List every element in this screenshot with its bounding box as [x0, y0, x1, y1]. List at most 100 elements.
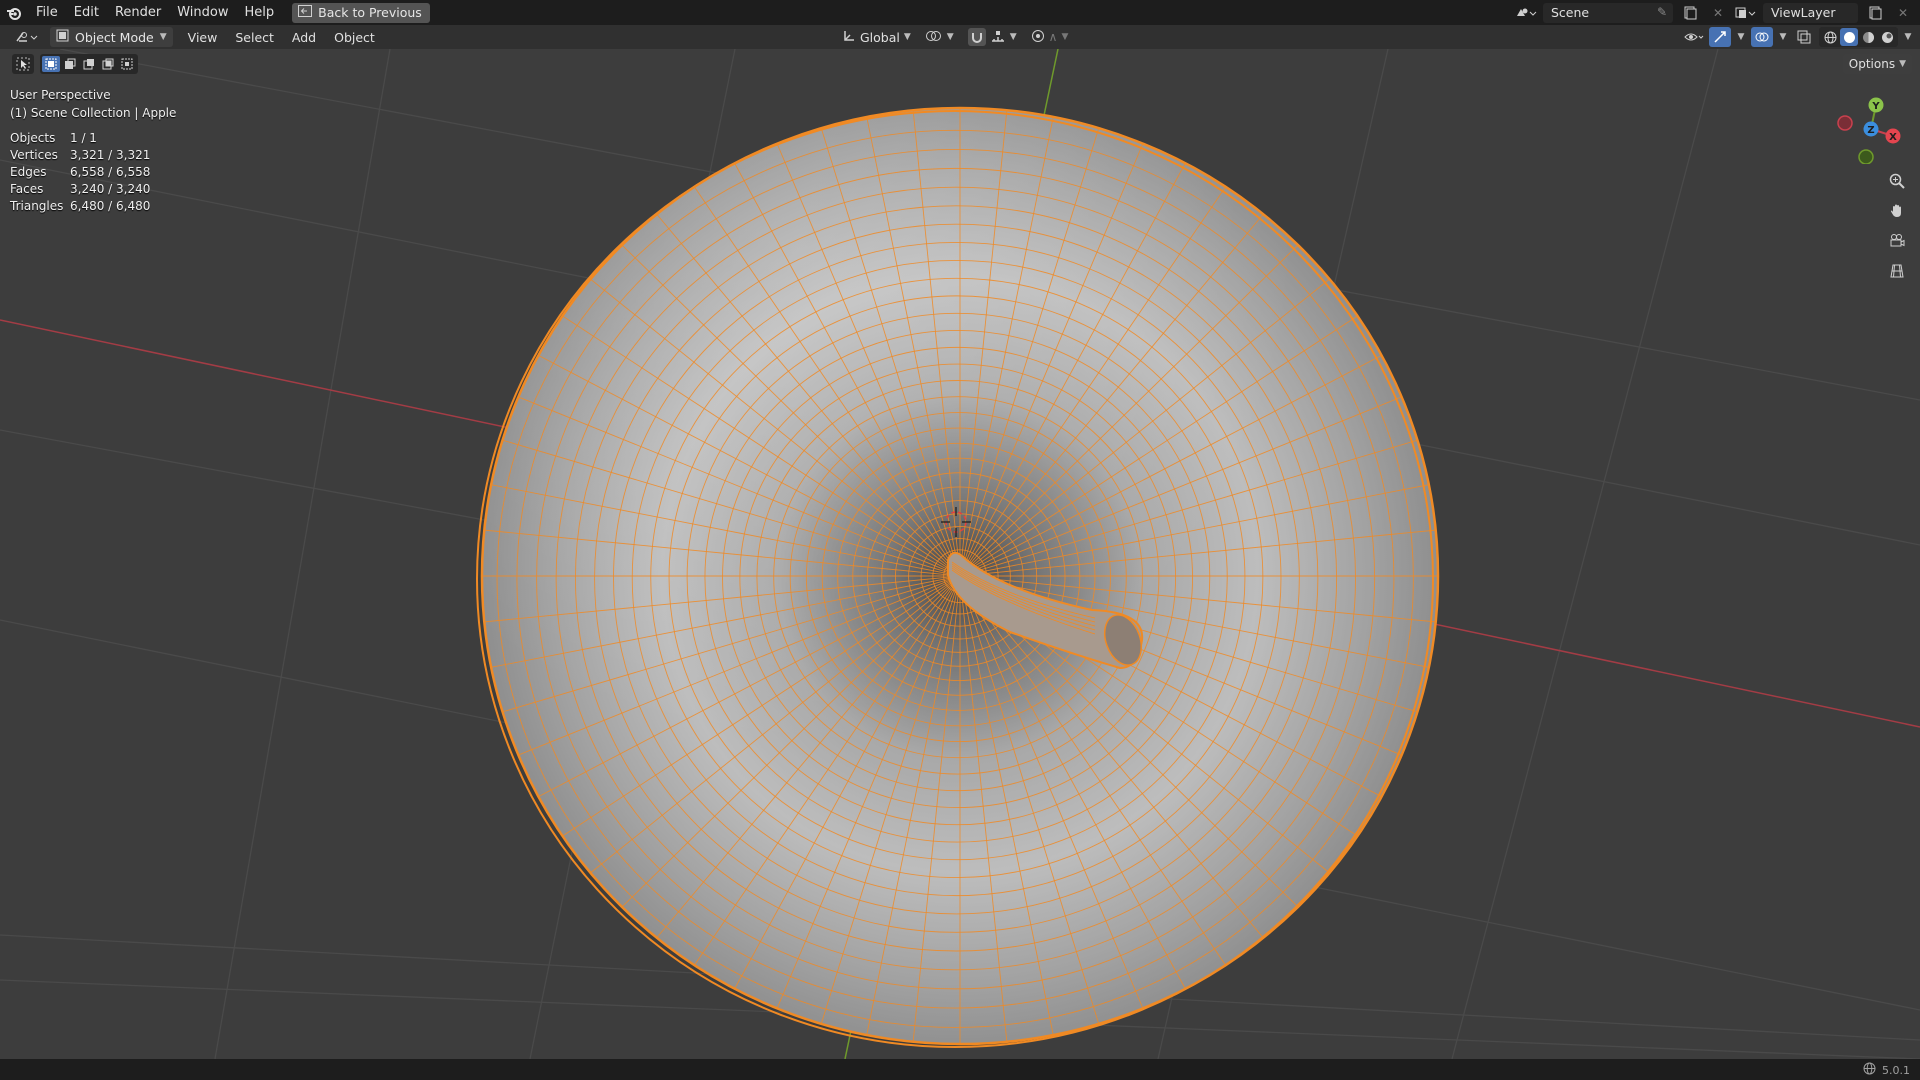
stat-label: Faces [10, 182, 44, 196]
gizmo-toggle-icon[interactable] [1709, 27, 1731, 47]
stat-row: Objects 1 / 1 [10, 130, 176, 147]
overlays-toggle-icon[interactable] [1751, 27, 1773, 47]
apple-mesh[interactable] [476, 106, 1440, 1048]
menu-add[interactable]: Add [283, 30, 325, 45]
menu-window[interactable]: Window [169, 0, 236, 25]
stat-label: Vertices [10, 148, 58, 162]
pivot-icon [925, 29, 943, 46]
stat-value: 3,321 / 3,321 [70, 148, 151, 162]
scene-name: Scene [1551, 5, 1590, 20]
snap-target-icon[interactable] [990, 29, 1006, 46]
scene-statistics: Objects 1 / 1 Vertices 3,321 / 3,321 Edges… [10, 130, 176, 215]
orientation-icon [842, 29, 856, 46]
camera-view-icon[interactable] [1884, 229, 1910, 253]
select-intersect-icon[interactable] [118, 56, 136, 72]
menu-render[interactable]: Render [107, 0, 169, 25]
chevron-down-icon: ▼ [1009, 32, 1017, 42]
scene-field[interactable]: Scene ✎ [1543, 2, 1673, 23]
view-layer-selector-icon[interactable] [1735, 3, 1757, 23]
neg-x-gizmo-icon[interactable] [1837, 115, 1853, 131]
screen-back-icon [298, 5, 313, 20]
object-mode-label: Object Mode [75, 29, 154, 45]
stat-row: Triangles 6,480 / 6,480 [10, 198, 176, 215]
y-gizmo-label: Y [1871, 101, 1880, 112]
chevron-down-icon[interactable]: ▼ [1735, 27, 1747, 47]
top-bar: File Edit Render Window Help Back to Pre… [0, 0, 1920, 25]
select-subtract-icon[interactable] [80, 56, 98, 72]
menu-file[interactable]: File [28, 0, 66, 25]
selection-mode-group [40, 54, 138, 74]
delete-view-layer-icon[interactable]: ✕ [1892, 3, 1914, 23]
globe-icon [1863, 1062, 1876, 1078]
falloff-icon[interactable]: ∧ [1049, 30, 1058, 44]
select-invert-icon[interactable] [99, 56, 117, 72]
delete-scene-icon[interactable]: ✕ [1707, 3, 1729, 23]
menu-select[interactable]: Select [226, 30, 283, 45]
z-gizmo-label: Z [1867, 125, 1874, 136]
snap-toggle-icon[interactable] [967, 28, 986, 46]
wireframe-shading-icon[interactable] [1821, 28, 1839, 46]
menu-help[interactable]: Help [237, 0, 283, 25]
view-name: User Perspective [10, 88, 111, 102]
chevron-down-icon: ▼ [946, 32, 954, 42]
select-extend-icon[interactable] [61, 56, 79, 72]
editor-type-icon[interactable] [8, 26, 46, 48]
scene-canvas [0, 49, 1920, 1059]
select-new-icon[interactable] [42, 56, 60, 72]
stat-row: Faces 3,240 / 3,240 [10, 181, 176, 198]
shading-mode-group [1819, 27, 1898, 47]
chevron-down-icon[interactable]: ▼ [1777, 27, 1789, 47]
select-tool-icon[interactable] [12, 54, 34, 74]
stat-row: Vertices 3,321 / 3,321 [10, 147, 176, 164]
zoom-icon[interactable] [1884, 169, 1910, 193]
rendered-shading-icon[interactable] [1878, 28, 1896, 46]
orientation-label: Global [860, 29, 900, 45]
material-preview-icon[interactable] [1859, 28, 1877, 46]
select-toolbar [12, 54, 138, 74]
navigation-buttons [1884, 169, 1910, 283]
back-to-previous-button[interactable]: Back to Previous [292, 2, 430, 23]
proportional-editing-icon[interactable] [1031, 29, 1045, 46]
stat-value: 1 / 1 [70, 131, 97, 145]
pin-icon[interactable]: ✎ [1657, 5, 1667, 19]
neg-y-gizmo-icon[interactable] [1858, 149, 1874, 165]
stat-value: 6,480 / 6,480 [70, 199, 151, 213]
options-dropdown[interactable]: Options ▼ [1842, 54, 1912, 74]
xray-toggle-icon[interactable] [1793, 27, 1815, 47]
menu-edit[interactable]: Edit [66, 0, 107, 25]
scene-selector-icon[interactable] [1515, 3, 1537, 23]
solid-shading-icon[interactable] [1840, 28, 1858, 46]
object-mode-dropdown[interactable]: Object Mode ▼ [50, 27, 173, 47]
new-view-layer-icon[interactable] [1864, 3, 1886, 23]
visibility-icon[interactable] [1683, 27, 1705, 47]
chevron-down-icon: ▼ [159, 32, 167, 42]
stat-label: Edges [10, 165, 47, 179]
chevron-down-icon[interactable]: ▼ [1902, 27, 1914, 47]
pivot-point-dropdown[interactable]: ▼ [921, 27, 958, 47]
status-bar: 5.0.1 [0, 1059, 1920, 1080]
version-info: 5.0.1 [1863, 1062, 1910, 1078]
view-layer-field[interactable]: ViewLayer [1763, 2, 1858, 23]
blender-logo-icon[interactable] [0, 0, 28, 25]
pan-hand-icon[interactable] [1884, 199, 1910, 223]
viewport-header: Object Mode ▼ View Select Add Object Glo… [0, 25, 1920, 49]
x-gizmo-label: X [1889, 132, 1897, 143]
perspective-toggle-icon[interactable] [1884, 259, 1910, 283]
new-scene-icon[interactable] [1679, 3, 1701, 23]
navigation-gizmo[interactable]: Y Z X [1830, 84, 1910, 165]
chevron-down-icon: ▼ [903, 32, 911, 42]
menu-view[interactable]: View [179, 30, 227, 45]
stat-value: 3,240 / 3,240 [70, 182, 151, 196]
version-label: 5.0.1 [1882, 1063, 1910, 1077]
chevron-down-icon: ▼ [1899, 59, 1906, 69]
3d-viewport[interactable]: Options ▼ User Perspective (1) Scene Col… [0, 49, 1920, 1059]
menu-object[interactable]: Object [325, 30, 384, 45]
snap-group[interactable]: ▼ [964, 27, 1021, 47]
transform-orientation-dropdown[interactable]: Global ▼ [838, 27, 915, 47]
stat-row: Edges 6,558 / 6,558 [10, 164, 176, 181]
stat-value: 6,558 / 6,558 [70, 165, 151, 179]
grid-line [214, 49, 391, 1059]
proportional-editing-group[interactable]: ∧ ▼ [1027, 27, 1073, 47]
stat-label: Objects [10, 131, 56, 145]
collection-label: (1) Scene Collection | Apple [10, 106, 177, 120]
